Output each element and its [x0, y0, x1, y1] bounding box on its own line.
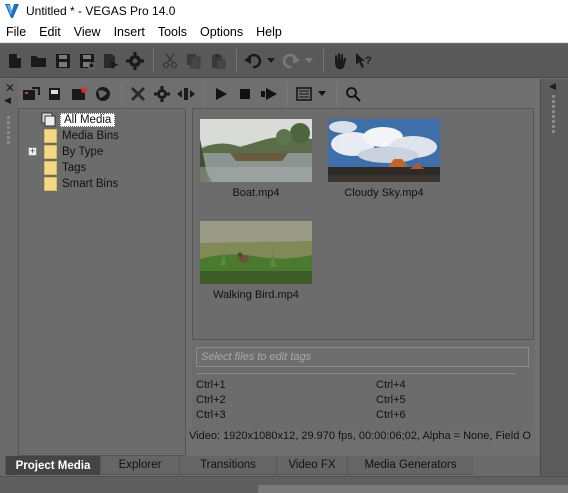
media-item-label: Walking Bird.mp4 [213, 289, 299, 301]
all-media-icon [41, 112, 56, 127]
globe-icon[interactable] [92, 82, 114, 106]
expand-icon[interactable]: + [28, 147, 37, 156]
timeline-scrollbar[interactable] [258, 485, 568, 493]
tab-media-generators[interactable]: Media Generators [347, 456, 473, 475]
open-icon[interactable] [28, 49, 50, 73]
tab-transitions[interactable]: Transitions [179, 456, 276, 475]
toolbar-separator [204, 81, 205, 106]
grip-handle-icon[interactable] [552, 95, 556, 133]
whats-this-icon[interactable]: ? [353, 49, 375, 73]
tree-item-all-media[interactable]: All Media [41, 112, 116, 128]
menu-tools[interactable]: Tools [152, 25, 194, 39]
title-bar: Untitled * - VEGAS Pro 14.0 [0, 0, 568, 22]
tab-explorer[interactable]: Explorer [100, 456, 179, 475]
auto-play-icon[interactable] [258, 82, 280, 106]
tree-item-tags[interactable]: Tags [44, 160, 86, 176]
tree-item-label: By Type [62, 146, 104, 158]
tag-shortcut-ctrl-6[interactable]: Ctrl+6 [376, 409, 406, 421]
properties-icon[interactable] [124, 49, 146, 73]
tree-item-by-type[interactable]: By Type [44, 144, 103, 160]
dock-right-strip: ◀ [540, 79, 568, 479]
walking-bird-thumbnail [200, 221, 312, 284]
redo-icon[interactable] [280, 49, 302, 73]
close-window-icon[interactable]: ✕ [5, 81, 15, 95]
hand-icon[interactable] [329, 49, 351, 73]
tag-shortcut-ctrl-5[interactable]: Ctrl+5 [376, 394, 406, 406]
auto-preview-icon[interactable] [175, 82, 197, 106]
save-icon[interactable] [52, 49, 74, 73]
media-thumbnails-panel: Boat.mp4 Cloudy Sky.mp4 Walking Bird.mp4 [192, 108, 534, 340]
media-tree-panel: All Media Media Bins + By Type Tags Smar… [18, 108, 186, 456]
remove-icon[interactable] [127, 82, 149, 106]
tree-item-label: Tags [62, 162, 87, 174]
tags-panel: Ctrl+1 Ctrl+2 Ctrl+3 Ctrl+4 Ctrl+5 Ctrl+… [192, 343, 534, 431]
window-title: Untitled * - VEGAS Pro 14.0 [26, 4, 176, 18]
menu-file[interactable]: File [0, 25, 33, 39]
tag-shortcut-ctrl-1[interactable]: Ctrl+1 [196, 379, 226, 391]
cut-icon[interactable] [159, 49, 181, 73]
menu-edit[interactable]: Edit [33, 25, 68, 39]
import-media-icon[interactable] [20, 82, 42, 106]
tree-item-media-bins[interactable]: Media Bins [44, 128, 119, 144]
dock-left-strip: ✕ ◀ [0, 79, 18, 479]
stop-icon[interactable] [234, 82, 256, 106]
toolbar-separator [153, 48, 154, 73]
toolbar-separator [287, 81, 288, 106]
undo-icon[interactable] [242, 49, 264, 73]
tab-project-media[interactable]: Project Media [5, 456, 100, 475]
tree-item-label: Smart Bins [62, 178, 119, 190]
media-item-label: Boat.mp4 [232, 187, 280, 199]
undo-dropdown-icon[interactable] [266, 49, 276, 73]
paste-icon[interactable] [207, 49, 229, 73]
render-icon[interactable] [100, 49, 122, 73]
tree-item-label: Media Bins [62, 130, 119, 142]
tags-divider [196, 373, 516, 374]
svg-text:?: ? [365, 55, 372, 67]
save-as-icon[interactable] [76, 49, 98, 73]
tags-input[interactable] [196, 347, 529, 367]
tree-item-label: All Media [60, 113, 116, 127]
toolbar-separator [336, 81, 337, 106]
toolbar-separator [236, 48, 237, 73]
capture-video-icon[interactable] [44, 82, 66, 106]
menu-help[interactable]: Help [250, 25, 289, 39]
menu-insert[interactable]: Insert [108, 25, 152, 39]
new-icon[interactable] [4, 49, 26, 73]
play-icon[interactable] [210, 82, 232, 106]
copy-icon[interactable] [183, 49, 205, 73]
menu-bar: File Edit View Insert Tools Options Help [0, 22, 568, 43]
tag-shortcut-ctrl-4[interactable]: Ctrl+4 [376, 379, 406, 391]
views-icon[interactable] [293, 82, 315, 106]
menu-options[interactable]: Options [194, 25, 250, 39]
main-toolbar: ? [0, 44, 568, 78]
redo-dropdown-icon[interactable] [304, 49, 314, 73]
vegas-logo-icon [5, 4, 19, 18]
boat-thumbnail [200, 119, 312, 182]
views-dropdown-icon[interactable] [317, 82, 327, 106]
folder-icon [44, 145, 57, 159]
grip-handle-icon[interactable] [7, 116, 11, 144]
folder-icon [44, 161, 57, 175]
toolbar-separator [121, 81, 122, 106]
tab-video-fx[interactable]: Video FX [276, 456, 347, 475]
menu-view[interactable]: View [68, 25, 108, 39]
tag-shortcut-ctrl-2[interactable]: Ctrl+2 [196, 394, 226, 406]
media-fx-icon[interactable] [151, 82, 173, 106]
tree-item-smart-bins[interactable]: Smart Bins [44, 176, 118, 192]
toolbar-separator [323, 48, 324, 73]
dock-arrow-icon[interactable]: ◀ [4, 95, 11, 106]
cloudy-sky-thumbnail [328, 119, 440, 182]
tag-shortcut-ctrl-3[interactable]: Ctrl+3 [196, 409, 226, 421]
folder-icon [44, 129, 57, 143]
search-icon[interactable] [342, 82, 364, 106]
media-properties-status: Video: 1920x1080x12, 29.970 fps, 00:00:0… [189, 430, 531, 442]
window-tabs: Project Media Explorer Transitions Video… [0, 456, 540, 475]
folder-icon [44, 177, 57, 191]
project-media-toolbar [18, 79, 540, 108]
get-media-from-web-icon[interactable] [68, 82, 90, 106]
dock-arrow-icon[interactable]: ◀ [549, 81, 556, 92]
media-item-label: Cloudy Sky.mp4 [344, 187, 424, 199]
